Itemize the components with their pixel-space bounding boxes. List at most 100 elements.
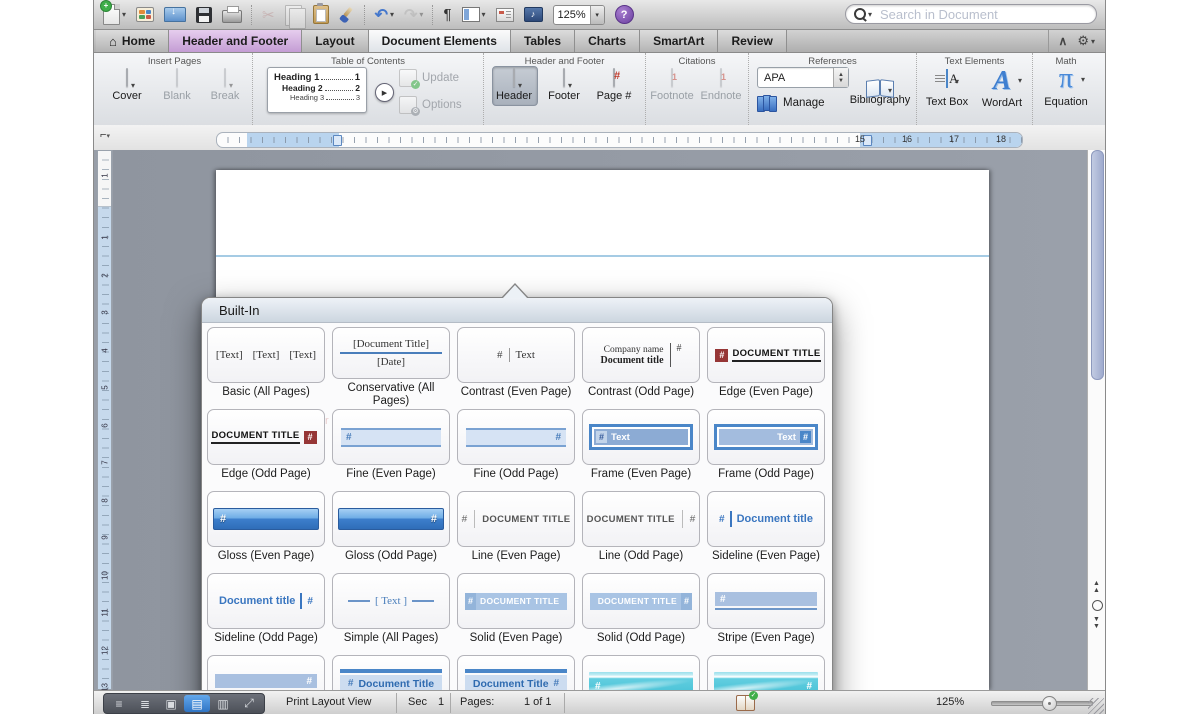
notebook-layout-view-button[interactable]: ▥ (210, 695, 236, 712)
browse-object-button[interactable] (1092, 600, 1103, 611)
tab-tables[interactable]: Tables (511, 30, 575, 52)
gallery-item-simple-all-pages[interactable]: [ Text ] (332, 573, 450, 629)
text-box-button[interactable]: ▾ Text Box (921, 70, 973, 108)
gallery-item-sideline-even-page[interactable]: #Document title (707, 491, 825, 547)
scrollbar-thumb[interactable] (1091, 150, 1104, 380)
outline-view-button[interactable]: ≣ (132, 695, 158, 712)
paste-button[interactable] (308, 2, 334, 28)
gallery-item-line-even-page[interactable]: #DOCUMENT TITLE (457, 491, 575, 547)
gallery-item-fine-even-page[interactable]: # (332, 409, 450, 465)
cut-button[interactable]: ✂ (257, 2, 280, 28)
search-scope-dropdown-icon[interactable]: ▾ (868, 10, 872, 19)
collapse-ribbon-icon[interactable]: ∧ (1059, 34, 1068, 48)
equation-button[interactable]: π▾ Equation (1039, 65, 1093, 108)
tab-home[interactable]: ⌂Home (96, 30, 169, 52)
zoom-dropdown-icon[interactable]: ▾ (590, 6, 604, 24)
gallery-item-top-border-odd-page[interactable]: Document Title# (457, 655, 575, 690)
gallery-item-contrast-even-page[interactable]: #Text (457, 327, 575, 383)
gallery-item-wave-even-page[interactable]: # (582, 655, 700, 690)
view-mode-label: Print Layout View (286, 696, 371, 708)
toc-update-button[interactable]: ✓ Update (399, 69, 459, 87)
gallery-item-stripe-even-page[interactable]: # (707, 573, 825, 629)
publishing-layout-view-button[interactable]: ▣ (158, 695, 184, 712)
previous-page-button[interactable]: ▲▲ (1090, 580, 1103, 594)
bibliography-button[interactable]: ▾ Bibliography (845, 67, 915, 106)
zoom-slider-knob[interactable] (1042, 696, 1057, 711)
header-button[interactable]: ▾ Header (490, 69, 538, 102)
zoom-slider[interactable] (991, 701, 1093, 706)
spelling-status-icon[interactable] (736, 695, 755, 711)
page-number-button[interactable]: # Page # (590, 69, 638, 102)
full-screen-view-button[interactable]: ⤢ (236, 695, 262, 712)
blank-page-button[interactable]: Blank (153, 69, 201, 102)
endnote-button[interactable]: 1 Endnote (697, 69, 745, 102)
redo-button[interactable]: ↷▾ (399, 2, 428, 28)
indent-marker[interactable] (333, 135, 342, 146)
gallery-item-top-border-even-page[interactable]: #Document Title (332, 655, 450, 690)
gear-icon[interactable]: ⚙ (1077, 33, 1089, 49)
format-painter-button[interactable] (334, 2, 360, 28)
options-label: Options (422, 99, 462, 111)
gallery-item-fine-odd-page[interactable]: # (457, 409, 575, 465)
tab-review[interactable]: Review (718, 30, 786, 52)
wordart-button[interactable]: A▾ WordArt (975, 66, 1029, 109)
save-button[interactable] (191, 2, 217, 28)
gallery-item-edge-even-page[interactable]: #DOCUMENT TITLE (707, 327, 825, 383)
undo-button[interactable]: ↶▾ (370, 2, 399, 28)
vertical-ruler[interactable]: 112345678910111213 (97, 150, 112, 690)
toc-gallery-expand-button[interactable]: ▶ (375, 83, 394, 102)
gallery-item-frame-even-page[interactable]: #Text (582, 409, 700, 465)
toolbox-button[interactable] (491, 2, 519, 28)
gallery-item-solid-odd-page[interactable]: DOCUMENT TITLE# (582, 573, 700, 629)
new-document-button[interactable]: +▾ (98, 2, 131, 28)
gallery-item-stripe-odd-page[interactable]: # (207, 655, 325, 690)
manage-citations-button[interactable]: Manage (757, 95, 825, 110)
gallery-item-solid-even-page[interactable]: #DOCUMENT TITLE (457, 573, 575, 629)
show-formatting-marks-button[interactable]: ¶ (438, 2, 456, 28)
zoom-control[interactable]: 125%▾ (548, 2, 610, 28)
media-browser-button[interactable]: ♪ (519, 2, 548, 28)
footnote-button[interactable]: 1 Footnote (648, 69, 696, 102)
gallery-item-wave-odd-page[interactable]: # (707, 655, 825, 690)
tab-stop-selector[interactable]: ⌐▾ (100, 129, 118, 145)
gallery-cell: #DOCUMENT TITLESolid (Even Page) (457, 573, 575, 655)
gallery-item-frame-odd-page[interactable]: Text# (707, 409, 825, 465)
gallery-item-gloss-even-page[interactable]: # (207, 491, 325, 547)
tab-layout[interactable]: Layout (302, 30, 368, 52)
next-page-button[interactable]: ▼▼ (1090, 616, 1103, 630)
gallery-item-contrast-odd-page[interactable]: Company nameDocument title# (582, 327, 700, 383)
view-layout-button[interactable]: ▾ (457, 2, 491, 28)
open-button[interactable] (159, 2, 191, 28)
new-document-icon: + (103, 4, 120, 25)
tab-charts[interactable]: Charts (575, 30, 640, 52)
gallery-item-gloss-odd-page[interactable]: # (332, 491, 450, 547)
toc-options-button[interactable]: ⚙ Options (399, 96, 462, 114)
gallery-item-conservative-all-pages[interactable]: [Document Title][Date] (332, 327, 450, 379)
gallery-item-sideline-odd-page[interactable]: Document title# (207, 573, 325, 629)
group-references: References APA ▲▼ Manage ▾ Bibliography (749, 53, 917, 125)
window-resize-grip[interactable] (1088, 698, 1104, 714)
toc-style-preview[interactable]: Heading 11Heading 22Heading 33 (267, 67, 367, 113)
gallery-item-edge-odd-page[interactable]: DOCUMENT TITLE# (207, 409, 325, 465)
copy-button[interactable] (280, 2, 308, 28)
elements-gallery-button[interactable] (131, 2, 159, 28)
citation-style-select[interactable]: APA ▲▼ (757, 67, 849, 88)
footer-button[interactable]: ▾ Footer (540, 69, 588, 102)
gallery-item-basic-all-pages[interactable]: [Text][Text][Text] (207, 327, 325, 383)
gear-dropdown-icon[interactable]: ▾ (1091, 37, 1095, 46)
tab-smartart[interactable]: SmartArt (640, 30, 718, 52)
tab-document-elements[interactable]: Document Elements (369, 30, 511, 52)
cover-button[interactable]: ▾ Cover (103, 69, 151, 102)
gallery-item-line-odd-page[interactable]: DOCUMENT TITLE# (582, 491, 700, 547)
print-layout-view-button[interactable]: ▤ (184, 695, 210, 712)
tab-header-and-footer[interactable]: Header and Footer (169, 30, 302, 52)
header-boundary-line (216, 255, 989, 257)
vertical-scrollbar[interactable]: ▲▲ ▼▼ (1087, 150, 1105, 690)
draft-view-button[interactable]: ≡ (106, 695, 132, 712)
help-button[interactable]: ? (610, 2, 639, 28)
gallery-cell: #Document TitleTop Border (Even Page) (332, 655, 450, 690)
search-input[interactable]: ▾ Search in Document (845, 4, 1097, 24)
horizontal-ruler[interactable]: 15161718 (216, 132, 1023, 148)
page-break-button[interactable]: ▾ Break (201, 69, 249, 102)
print-button[interactable] (217, 2, 247, 28)
